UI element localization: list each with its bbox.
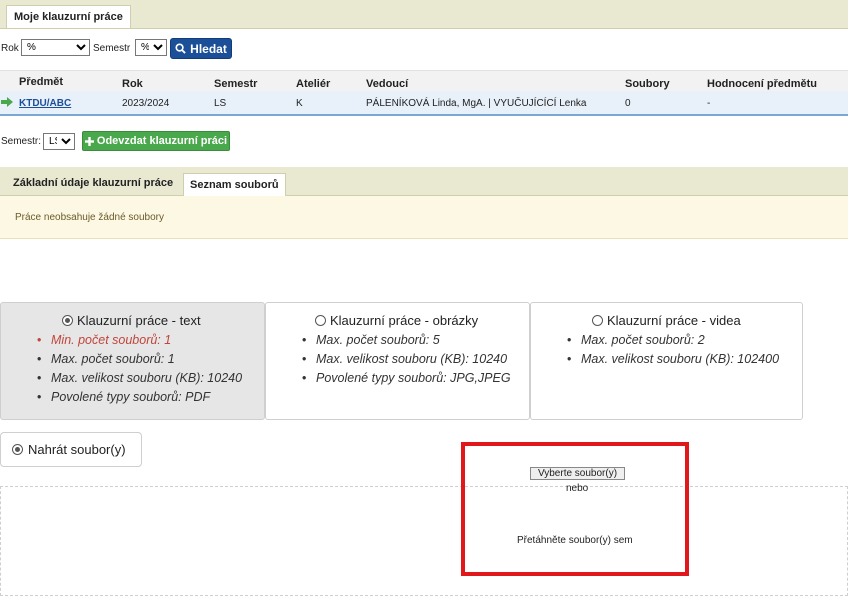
- drop-zone[interactable]: [0, 486, 848, 596]
- option-card-images[interactable]: Klauzurní práce - obrázky Max. počet sou…: [265, 302, 530, 420]
- list-item: Max. počet souborů: 2: [565, 331, 779, 350]
- list-item: Max. počet souborů: 1: [35, 350, 242, 369]
- col-evaluation: Hodnocení předmětu: [707, 78, 818, 90]
- row-semester: LS: [214, 98, 227, 109]
- radio-text-icon[interactable]: [62, 315, 73, 326]
- option-images-list: Max. počet souborů: 5 Max. velikost soub…: [300, 331, 511, 388]
- notice-text: Práce neobsahuje žádné soubory: [15, 212, 164, 223]
- col-files: Soubory: [625, 78, 670, 90]
- semester-label: Semestr: [93, 43, 131, 54]
- list-item: Min. počet souborů: 1: [35, 331, 242, 350]
- list-item: Max. velikost souboru (KB): 10240: [35, 369, 242, 388]
- option-card-text[interactable]: Klauzurní práce - text Min. počet soubor…: [0, 302, 265, 420]
- semester-select[interactable]: LS: [43, 133, 75, 150]
- search-button[interactable]: Hledat: [170, 38, 232, 59]
- col-year: Rok: [122, 78, 143, 90]
- upload-label: Nahrát soubor(y): [28, 442, 126, 457]
- option-card-videos[interactable]: Klauzurní práce - videa Max. počet soubo…: [530, 302, 803, 420]
- option-title-images: Klauzurní práce - obrázky: [330, 313, 479, 328]
- radio-images-icon[interactable]: [315, 315, 326, 326]
- row-atelier: K: [296, 98, 303, 109]
- semester-filter-select[interactable]: %: [135, 39, 167, 56]
- search-button-label: Hledat: [190, 41, 227, 56]
- submit-work-button[interactable]: Odevzdat klauzurní práci: [82, 131, 230, 151]
- list-item: Povolené typy souborů: JPG,JPEG: [300, 369, 511, 388]
- year-label: Rok: [1, 43, 19, 54]
- option-videos-list: Max. počet souborů: 2 Max. velikost soub…: [565, 331, 779, 369]
- radio-videos-icon[interactable]: [592, 315, 603, 326]
- col-subject: Předmět: [19, 76, 64, 88]
- option-title-text: Klauzurní práce - text: [77, 313, 201, 328]
- option-title-videos: Klauzurní práce - videa: [607, 313, 741, 328]
- semester-select-label: Semestr:: [1, 136, 42, 147]
- arrow-right-icon: [1, 97, 13, 107]
- tab-file-list[interactable]: Seznam souborů: [183, 173, 286, 196]
- row-files: 0: [625, 98, 631, 109]
- highlight-box: [461, 442, 689, 576]
- search-icon: [175, 43, 186, 54]
- tab-basic-info[interactable]: Základní údaje klauzurní práce: [13, 177, 173, 189]
- row-supervisor: PÁLENÍKOVÁ Linda, MgA. | VYUČUJÍCÍCÍ Len…: [366, 98, 587, 109]
- plus-icon: [84, 136, 94, 146]
- option-text-list: Min. počet souborů: 1 Max. počet souborů…: [35, 331, 242, 407]
- tab-moje-klauzurni-prace[interactable]: Moje klauzurní práce: [6, 5, 131, 28]
- row-year: 2023/2024: [122, 98, 170, 109]
- radio-upload-icon[interactable]: [12, 444, 23, 455]
- list-item: Max. velikost souboru (KB): 102400: [565, 350, 779, 369]
- col-atelier: Ateliér: [296, 78, 331, 90]
- submit-work-label: Odevzdat klauzurní práci: [96, 135, 228, 147]
- list-item: Max. počet souborů: 5: [300, 331, 511, 350]
- list-item: Povolené typy souborů: PDF: [35, 388, 242, 407]
- col-supervisor: Vedoucí: [366, 78, 409, 90]
- subject-link[interactable]: KTDU/ABC: [19, 98, 71, 109]
- upload-files-option[interactable]: Nahrát soubor(y): [0, 432, 142, 467]
- col-semester: Semestr: [214, 78, 258, 90]
- year-select[interactable]: %: [21, 39, 90, 56]
- row-evaluation: -: [707, 98, 711, 109]
- list-item: Max. velikost souboru (KB): 10240: [300, 350, 511, 369]
